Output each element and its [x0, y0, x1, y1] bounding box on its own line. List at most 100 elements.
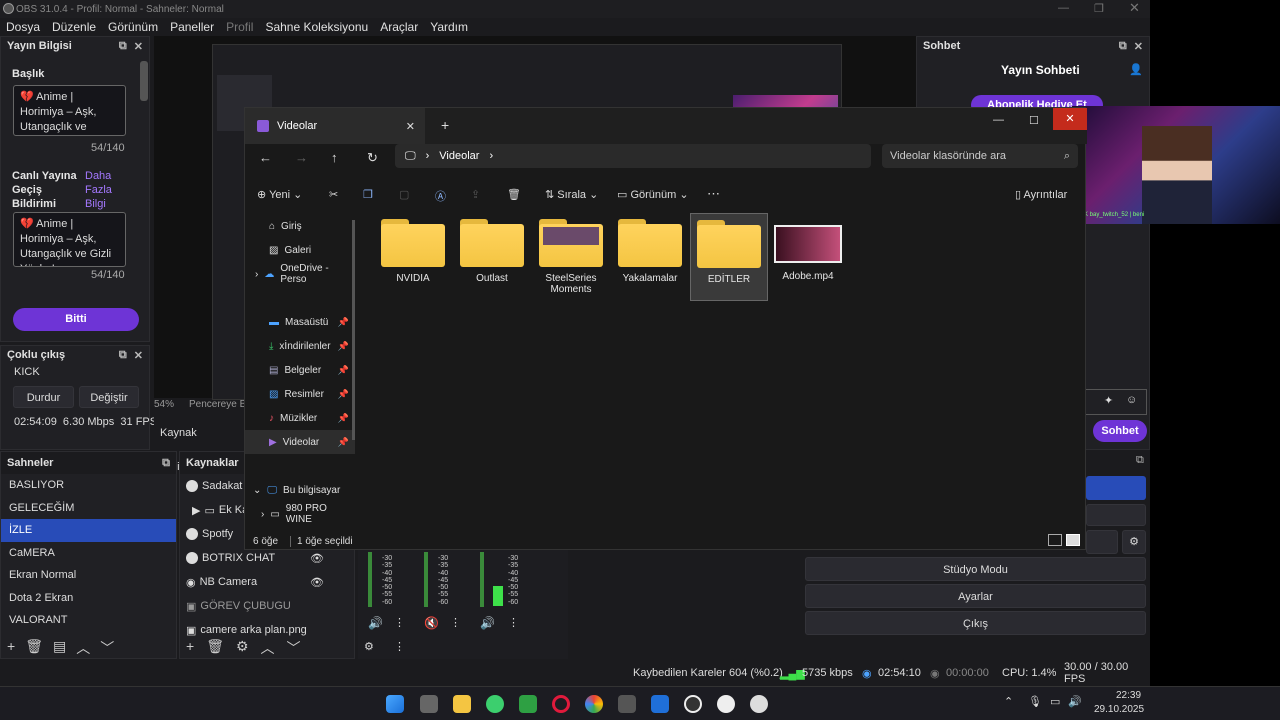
record-button[interactable]	[1086, 504, 1146, 526]
nav-pictures[interactable]: ▨ Resimler 📌	[245, 382, 355, 406]
video-file-item[interactable]: Adobe.mp4	[769, 213, 847, 301]
folder-item-selected[interactable]: EDİTLER	[690, 213, 768, 301]
party-icon[interactable]: ✦	[1104, 394, 1113, 407]
scene-item[interactable]: VALORANT	[1, 609, 176, 632]
volume-icon[interactable]: 🔊	[1068, 695, 1082, 708]
live-notify-textarea[interactable]: 💔 Anime | Horimiya – Aşk, Utangaçlık ve …	[13, 212, 126, 267]
scene-item[interactable]: Dota 2 Ekran	[1, 587, 176, 610]
virtual-cam-button[interactable]	[1086, 530, 1118, 554]
close-icon[interactable]: ✕	[134, 349, 143, 362]
undock-icon[interactable]: ⧉	[1136, 454, 1144, 467]
minimize-icon[interactable]: —	[1058, 2, 1069, 14]
mic-icon[interactable]: 🎙	[1028, 695, 1042, 708]
search-input[interactable]: Videolar klasöründe ara ⌕	[882, 144, 1078, 168]
nav-desktop[interactable]: ▬ Masaüstü 📌	[245, 310, 355, 334]
chevron-up-icon[interactable]: ⌃	[1004, 695, 1013, 708]
folder-item[interactable]: Outlast	[453, 213, 531, 301]
menu-yardim[interactable]: Yardım	[430, 20, 468, 34]
filter-icon[interactable]: ▤	[53, 638, 66, 658]
source-item[interactable]: ▣ GÖREV ÇUBUGU	[180, 594, 354, 618]
minimize-icon[interactable]: —	[993, 114, 1004, 126]
up-icon[interactable]: ︿	[76, 638, 90, 658]
address-bar[interactable]: 🖵 › Videolar ›	[395, 144, 871, 168]
source-item[interactable]: ◉ NB Camera 👁	[180, 570, 354, 594]
scene-item[interactable]: BASLIYOR	[1, 474, 176, 497]
pin-icon[interactable]: 📌	[338, 437, 349, 448]
steelseries-icon[interactable]	[750, 695, 768, 713]
nav-home[interactable]: ⌂ Giriş	[245, 214, 355, 238]
clock-date[interactable]: 29.10.2025	[1094, 704, 1144, 715]
menu-icon[interactable]: ⋮	[394, 616, 405, 629]
file-explorer-icon[interactable]	[453, 695, 471, 713]
menu-profil[interactable]: Profil	[226, 20, 253, 34]
more-info-link[interactable]: Daha Fazla Bilgi	[85, 169, 135, 211]
folder-item[interactable]: Yakalamalar	[611, 213, 689, 301]
trash-icon[interactable]: 🗑	[206, 638, 224, 658]
nav-scrollbar[interactable]	[352, 220, 355, 440]
menu-paneller[interactable]: Paneller	[170, 20, 214, 34]
start-stream-button[interactable]	[1086, 476, 1146, 500]
scene-item-selected[interactable]: İZLE	[1, 519, 176, 542]
maximize-icon[interactable]: ❐	[1094, 2, 1104, 15]
settings-button[interactable]: Ayarlar	[805, 584, 1146, 608]
user-settings-icon[interactable]: 👤	[1129, 63, 1143, 76]
delete-icon[interactable]: 🗑	[507, 188, 521, 201]
maximize-icon[interactable]: ☐	[1029, 114, 1039, 127]
nav-documents[interactable]: ▤ Belgeler 📌	[245, 358, 355, 382]
shield-icon[interactable]	[651, 695, 669, 713]
gear-icon[interactable]: ⚙	[1122, 530, 1146, 554]
xbox-icon[interactable]	[486, 695, 504, 713]
nav-music[interactable]: ♪ Müzikler 📌	[245, 406, 355, 430]
add-icon[interactable]: +	[7, 638, 15, 658]
scene-item[interactable]: GELECEĞİM	[1, 497, 176, 520]
tab-videolar[interactable]: Videolar ✕	[245, 108, 425, 144]
menu-icon[interactable]: ⋮	[450, 616, 461, 629]
nav-this-pc[interactable]: ⌄ 🖵 Bu bilgisayar	[245, 478, 355, 502]
scrollbar[interactable]	[140, 61, 148, 101]
gear-icon[interactable]: ⚙	[364, 640, 374, 653]
stop-button[interactable]: Durdur	[13, 386, 74, 408]
menu-icon[interactable]: ⋮	[508, 616, 519, 629]
undock-icon[interactable]: ⧉	[119, 349, 127, 362]
network-icon[interactable]: ▭	[1050, 695, 1060, 708]
folder-item[interactable]: SteelSeries Moments	[532, 213, 610, 301]
close-icon[interactable]: ✕	[134, 40, 143, 53]
undock-icon[interactable]: ⧉	[119, 40, 127, 53]
menu-duzenle[interactable]: Düzenle	[52, 20, 96, 34]
volume-icon[interactable]: 🔊	[480, 616, 495, 630]
pin-icon[interactable]: 📌	[338, 317, 349, 328]
task-view-icon[interactable]	[420, 695, 438, 713]
eye-icon[interactable]: 👁	[310, 552, 324, 565]
add-icon[interactable]: +	[186, 638, 194, 658]
steam-icon[interactable]	[717, 695, 735, 713]
pin-icon[interactable]: 📌	[338, 365, 349, 376]
terminal-icon[interactable]	[519, 695, 537, 713]
menu-gorunum[interactable]: Görünüm	[108, 20, 158, 34]
pin-icon[interactable]: 📌	[338, 389, 349, 400]
opera-icon[interactable]	[552, 695, 570, 713]
menu-icon[interactable]: ⋮	[394, 640, 405, 653]
view-button[interactable]: ▭ Görünüm ⌄	[617, 188, 689, 201]
menu-dosya[interactable]: Dosya	[6, 20, 40, 34]
more-icon[interactable]: ⋯	[707, 186, 720, 202]
refresh-icon[interactable]: ↻	[367, 150, 378, 166]
rename-icon[interactable]: Ⓐ	[435, 188, 446, 204]
eye-icon[interactable]: 👁	[310, 576, 324, 589]
trash-icon[interactable]: 🗑	[25, 638, 43, 658]
change-button[interactable]: Değiştir	[79, 386, 139, 408]
clock-time[interactable]: 22:39	[1116, 690, 1141, 701]
scene-item[interactable]: CaMERA	[1, 542, 176, 565]
close-icon[interactable]: ✕	[1134, 40, 1143, 53]
share-icon[interactable]: ⇪	[471, 188, 480, 201]
undock-icon[interactable]: ⧉	[162, 457, 170, 470]
paste-icon[interactable]: ▢	[399, 188, 409, 201]
volume-icon[interactable]: 🔊	[368, 616, 383, 630]
done-button[interactable]: Bitti	[13, 308, 139, 331]
up-icon[interactable]: ︿	[261, 638, 275, 658]
down-icon[interactable]: ﹀	[100, 638, 114, 658]
close-tab-icon[interactable]: ✕	[406, 120, 415, 133]
tiles-view-icon[interactable]	[1066, 534, 1080, 546]
close-icon[interactable]: ✕	[1129, 0, 1140, 16]
emoji-icon[interactable]: ☺	[1126, 394, 1137, 406]
chrome-icon[interactable]	[585, 695, 603, 713]
